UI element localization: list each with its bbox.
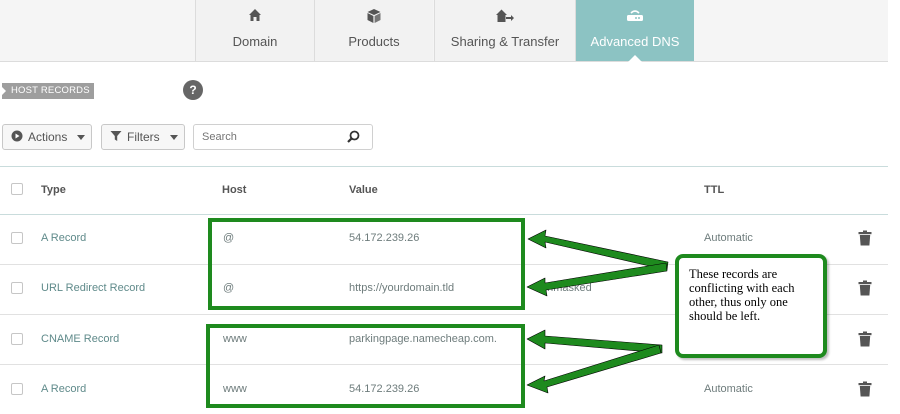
arrow-to-record-1 (527, 229, 669, 271)
arrow-to-record-2 (526, 262, 668, 297)
arrow-to-record-3 (526, 329, 663, 354)
arrow-to-record-4 (526, 344, 662, 394)
annotation-note: These records are conflicting with each … (675, 254, 827, 358)
